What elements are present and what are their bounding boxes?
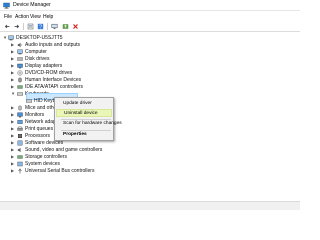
mouse-icon bbox=[17, 105, 23, 111]
expand-arrow-icon[interactable]: ▶ bbox=[11, 70, 15, 75]
tree-item-label: IDE ATA/ATAPI controllers bbox=[25, 83, 83, 90]
expand-arrow-icon[interactable]: ▶ bbox=[11, 42, 15, 47]
ide-controller-icon bbox=[17, 84, 23, 90]
tree-item[interactable]: ▶ Disk drives bbox=[0, 55, 140, 62]
tree-item-label: Print queues bbox=[25, 125, 54, 132]
collapse-arrow-icon[interactable]: ▼ bbox=[3, 35, 7, 40]
menu-action[interactable]: Action bbox=[15, 14, 29, 20]
expand-arrow-icon[interactable]: ▶ bbox=[11, 56, 15, 61]
system-device-icon bbox=[17, 161, 23, 167]
tree-item-label: Sound, video and game controllers bbox=[25, 146, 103, 153]
menu-view[interactable]: View bbox=[30, 14, 41, 20]
scan-icon[interactable] bbox=[51, 23, 58, 30]
printer-icon bbox=[17, 126, 23, 132]
tree-item-label: Computer bbox=[25, 48, 47, 55]
network-adapter-icon bbox=[17, 119, 23, 125]
tree-item[interactable]: ▶ Display adapters bbox=[0, 62, 140, 69]
computer-icon bbox=[8, 35, 14, 41]
tree-item[interactable]: ▶ Human Interface Devices bbox=[0, 76, 140, 83]
expand-arrow-icon[interactable]: ▶ bbox=[11, 147, 15, 152]
tree-item-label: Monitors bbox=[25, 111, 45, 118]
device-tree: ▼ DESKTOP-U5SJTT5 ▶ Audio inputs and out… bbox=[0, 33, 300, 201]
collapse-arrow-icon[interactable]: ▼ bbox=[11, 91, 15, 96]
menu-bar: File Action View Help bbox=[0, 12, 300, 21]
dvd-drive-icon bbox=[17, 69, 23, 76]
menu-help[interactable]: Help bbox=[43, 14, 53, 20]
expand-arrow-icon[interactable]: ▶ bbox=[11, 140, 15, 145]
update-driver-icon[interactable] bbox=[62, 23, 69, 30]
tree-item-label: Disk drives bbox=[25, 55, 50, 62]
software-device-icon bbox=[17, 140, 23, 146]
tree-item-label: Storage controllers bbox=[25, 153, 67, 160]
menu-file[interactable]: File bbox=[4, 14, 12, 20]
tree-item-label: System devices bbox=[25, 160, 61, 167]
tree-item-label: Universal Serial Bus controllers bbox=[25, 167, 95, 174]
back-icon[interactable] bbox=[4, 23, 11, 30]
tree-item[interactable]: ▶ Audio inputs and outputs bbox=[0, 41, 140, 48]
tree-item-label: Processors bbox=[25, 132, 51, 139]
tree-root-label: DESKTOP-U5SJTT5 bbox=[16, 34, 63, 41]
storage-controller-icon bbox=[17, 154, 23, 160]
expand-arrow-icon[interactable]: ▶ bbox=[11, 119, 15, 124]
expand-arrow-icon[interactable]: ▶ bbox=[11, 154, 15, 159]
toolbar-separator bbox=[23, 23, 24, 30]
tree-item[interactable]: ▶ Universal Serial Bus controllers bbox=[0, 167, 160, 174]
tree-item[interactable]: ▶ Sound, video and game controllers bbox=[0, 146, 160, 153]
keyboard-icon bbox=[26, 98, 32, 104]
expand-arrow-icon[interactable]: ▶ bbox=[11, 133, 15, 138]
tree-item[interactable]: ▶ System devices bbox=[0, 160, 140, 167]
context-menu: Update driver Uninstall device Scan for … bbox=[54, 97, 122, 141]
computer-icon bbox=[17, 49, 23, 55]
expand-arrow-icon[interactable]: ▶ bbox=[11, 63, 15, 68]
window-title: Device Manager bbox=[13, 2, 51, 8]
expand-arrow-icon[interactable]: ▶ bbox=[11, 168, 15, 173]
tree-item-label: Audio inputs and outputs bbox=[25, 41, 81, 48]
expand-arrow-icon[interactable]: ▶ bbox=[11, 161, 15, 166]
expand-arrow-icon[interactable]: ▶ bbox=[11, 126, 15, 131]
title-bar: Device Manager bbox=[0, 0, 300, 11]
usb-icon bbox=[17, 168, 23, 174]
speaker-icon bbox=[17, 42, 23, 48]
status-bar bbox=[0, 201, 300, 210]
tree-item[interactable]: ▶ Computer bbox=[0, 48, 140, 55]
tree-item[interactable]: ▶ Storage controllers bbox=[0, 153, 140, 160]
tree-item[interactable]: ▶ DVD/CD-ROM drives bbox=[0, 69, 140, 76]
uninstall-device-menu-item[interactable]: Uninstall device bbox=[56, 109, 112, 117]
device-manager-icon bbox=[3, 2, 10, 9]
tree-root[interactable]: ▼ DESKTOP-U5SJTT5 bbox=[0, 34, 120, 41]
hid-icon bbox=[17, 77, 23, 83]
tree-item-label: Display adapters bbox=[25, 62, 63, 69]
expand-arrow-icon[interactable]: ▶ bbox=[11, 112, 15, 117]
expand-arrow-icon[interactable]: ▶ bbox=[11, 49, 15, 54]
tree-item-label: Human Interface Devices bbox=[25, 76, 82, 83]
expand-arrow-icon[interactable]: ▶ bbox=[11, 105, 15, 110]
properties-icon[interactable] bbox=[27, 23, 34, 30]
update-driver-menu-item[interactable]: Update driver bbox=[56, 100, 112, 108]
expand-arrow-icon[interactable]: ▶ bbox=[11, 77, 15, 82]
toolbar-separator bbox=[47, 23, 48, 30]
display-adapter-icon bbox=[17, 63, 23, 69]
expand-arrow-icon[interactable]: ▶ bbox=[11, 84, 15, 89]
properties-menu-item[interactable]: Properties bbox=[56, 131, 112, 139]
svg-text:?: ? bbox=[39, 24, 42, 30]
keyboard-icon bbox=[17, 91, 23, 97]
forward-icon[interactable] bbox=[13, 23, 20, 30]
uninstall-icon[interactable] bbox=[72, 23, 79, 30]
help-icon[interactable]: ? bbox=[37, 23, 44, 30]
tree-item-label: DVD/CD-ROM drives bbox=[25, 69, 73, 76]
tree-item[interactable]: ▶ IDE ATA/ATAPI controllers bbox=[0, 83, 140, 90]
monitor-icon bbox=[17, 112, 23, 118]
scan-hardware-menu-item[interactable]: Scan for hardware changes bbox=[56, 120, 122, 128]
disk-drive-icon bbox=[17, 56, 23, 62]
sound-icon bbox=[17, 147, 23, 153]
processor-icon bbox=[17, 133, 23, 139]
toolbar: ? bbox=[0, 21, 300, 32]
